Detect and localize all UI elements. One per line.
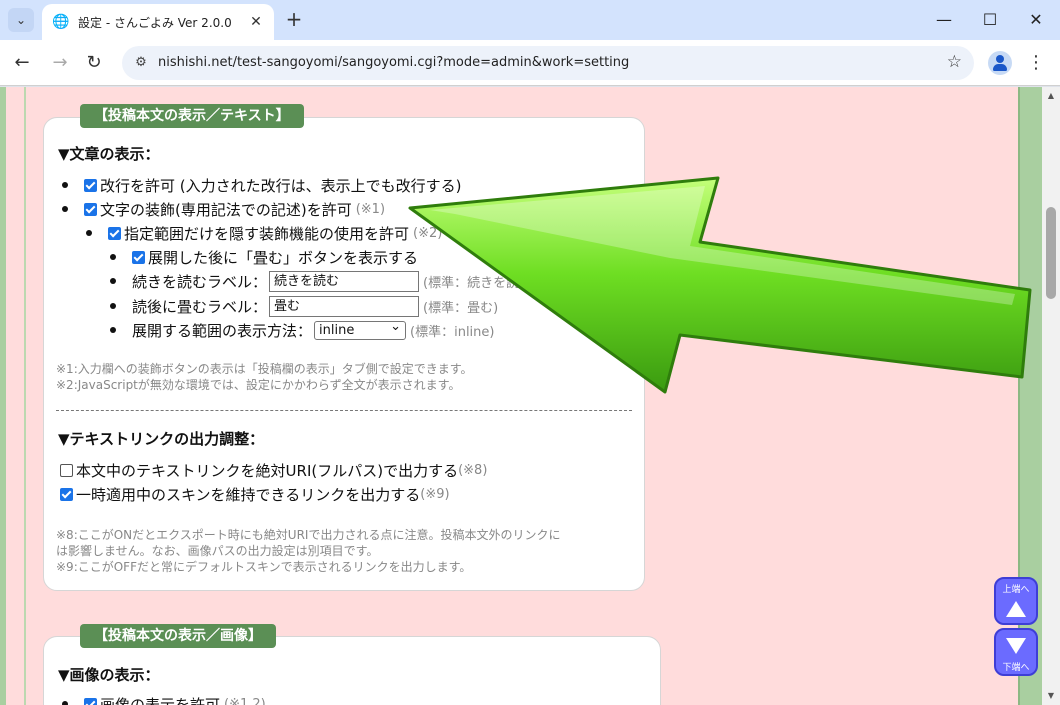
checkbox-fold-button[interactable] [132,250,145,264]
option-label: 一時適用中のスキンを維持できるリンクを出力する [76,485,421,504]
bullet [110,327,116,333]
option-allow-decoration[interactable]: 文字の装飾(専用記法での記述)を許可 (※1) [62,198,385,220]
note-8-line-2: は影響しません。なお、画像パスの出力設定は別項目です。 [56,544,379,558]
field-hint: (標準：続きを読む) [423,275,538,291]
option-allow-image[interactable]: 画像の表示を許可 (※1,2) [62,693,266,705]
field-label: 展開する範囲の表示方法： [132,321,313,340]
option-hint: (※2) [413,225,443,241]
address-bar[interactable]: ⚙ nishishi.net/test-sangoyomi/sangoyomi.… [122,46,974,80]
option-label: 展開した後に「畳む」ボタンを表示する [148,248,419,267]
note-1: ※1:入力欄への装飾ボタンの表示は「投稿欄の表示」タブ側で設定できます。 [56,362,473,376]
chevron-down-icon: ⌄ [15,13,27,27]
option-label: 文字の装飾(専用記法での記述)を許可 [100,200,352,219]
arrow-up-icon [1006,601,1026,617]
left-gutter [0,87,26,705]
back-button[interactable]: ← [8,49,36,77]
jump-to-top-button[interactable]: 上端へ [994,577,1038,625]
panel-tag-text: 【投稿本文の表示／テキスト】 [80,104,304,128]
option-hint: (※9) [420,486,450,502]
tab-title: 設定 - さんごよみ Ver 2.0.0 [78,15,232,30]
option-hint: (※8) [458,462,488,478]
option-label: 本文中のテキストリンクを絶対URI(フルパス)で出力する [76,461,459,480]
checkbox-keep-skin[interactable] [60,487,73,501]
minimize-button[interactable]: — [926,6,962,34]
note-8-line-1: ※8:ここがONだとエクスポート時にも絶対URIで出力される点に注意。投稿本文外… [56,528,561,542]
fold-label-input[interactable]: 畳む [269,295,420,317]
checkbox-hide-range[interactable] [108,226,121,240]
bullet [110,303,116,309]
bullet [62,701,68,705]
section-heading-text-display: ▼文章の表示： [58,145,160,163]
url-text: nishishi.net/test-sangoyomi/sangoyomi.cg… [158,55,630,70]
continue-label-input[interactable]: 続きを読む [269,270,420,292]
maximize-button[interactable]: ☐ [972,6,1008,34]
scroll-down-icon[interactable]: ▼ [1046,691,1056,701]
bookmark-star-icon[interactable]: ☆ [947,52,962,72]
globe-icon: 🌐 [52,14,70,30]
option-continue-label: 続きを読むラベル： 続きを読む (標準：続きを読む) [110,270,537,292]
section-heading-image-display: ▼画像の表示： [58,666,160,684]
browser-tab[interactable]: 🌐 設定 - さんごよみ Ver 2.0.0 ✕ [42,4,274,40]
note-2: ※2:JavaScriptが無効な環境では、設定にかかわらず全文が表示されます。 [56,378,461,392]
field-hint: (標準：inline) [410,324,495,340]
scrollbar-thumb[interactable] [1046,207,1056,299]
option-label: 改行を許可 (入力された改行は、表示上でも改行する) [100,176,462,195]
browser-tab-bar: ⌄ 🌐 設定 - さんごよみ Ver 2.0.0 ✕ + — ☐ ✕ [0,0,1060,40]
jump-top-label: 上端へ [1002,585,1030,595]
field-hint: (標準：畳む) [423,300,499,316]
reload-button[interactable]: ↻ [80,49,108,77]
panel-tag-image: 【投稿本文の表示／画像】 [80,624,276,648]
option-fold-button[interactable]: 展開した後に「畳む」ボタンを表示する [110,246,418,268]
jump-to-bottom-button[interactable]: 下端へ [994,628,1038,676]
new-tab-button[interactable]: + [282,8,306,32]
section-heading-text-link: ▼テキストリンクの出力調整： [58,430,265,448]
bullet [62,206,68,212]
checkbox-allow-linebreak[interactable] [84,178,97,192]
checkbox-allow-decoration[interactable] [84,202,97,216]
more-menu-icon[interactable]: ⋮ [1026,50,1046,76]
option-label: 指定範囲だけを隠す装飾機能の使用を許可 [124,224,410,243]
option-label: 画像の表示を許可 [100,695,221,705]
option-display-method: 展開する範囲の表示方法： inline (標準：inline) [110,318,495,341]
option-hint: (※1) [355,201,386,217]
display-method-select[interactable]: inline [314,318,407,340]
section-divider [56,410,632,411]
bullet [86,230,92,236]
checkbox-allow-image[interactable] [84,697,97,705]
arrow-down-icon [1006,638,1026,654]
option-fold-label: 読後に畳むラベル： 畳む (標準：畳む) [110,295,498,317]
tab-search-button[interactable]: ⌄ [8,8,34,32]
page-viewport: ▲ ▼ 【投稿本文の表示／テキスト】 ▼文章の表示： 改行を許可 (入力された改… [0,87,1060,705]
scroll-up-icon[interactable]: ▲ [1046,91,1056,101]
profile-avatar-icon[interactable] [988,51,1012,75]
jump-bottom-label: 下端へ [1002,663,1030,673]
option-keep-skin[interactable]: 一時適用中のスキンを維持できるリンクを出力する (※9) [60,483,450,505]
checkbox-absolute-uri[interactable] [60,463,73,477]
close-tab-icon[interactable]: ✕ [248,14,264,30]
option-hide-range[interactable]: 指定範囲だけを隠す装飾機能の使用を許可 (※2) [86,222,442,244]
option-hint: (※1,2) [224,696,266,705]
field-label: 続きを読むラベル： [132,272,268,291]
close-window-button[interactable]: ✕ [1018,6,1054,34]
option-absolute-uri[interactable]: 本文中のテキストリンクを絶対URI(フルパス)で出力する (※8) [60,459,487,481]
note-9: ※9:ここがOFFだと常にデフォルトスキンで表示されるリンクを出力します。 [56,560,472,574]
bullet [110,278,116,284]
field-label: 読後に畳むラベル： [132,297,268,316]
option-allow-linebreak[interactable]: 改行を許可 (入力された改行は、表示上でも改行する) [62,174,461,196]
browser-toolbar: ← → ↻ ⚙ nishishi.net/test-sangoyomi/sang… [0,40,1060,86]
vertical-scrollbar[interactable]: ▲ ▼ [1042,87,1060,705]
site-settings-icon[interactable]: ⚙ [132,54,150,72]
bullet [110,254,116,260]
bullet [62,182,68,188]
forward-button[interactable]: → [46,49,74,77]
